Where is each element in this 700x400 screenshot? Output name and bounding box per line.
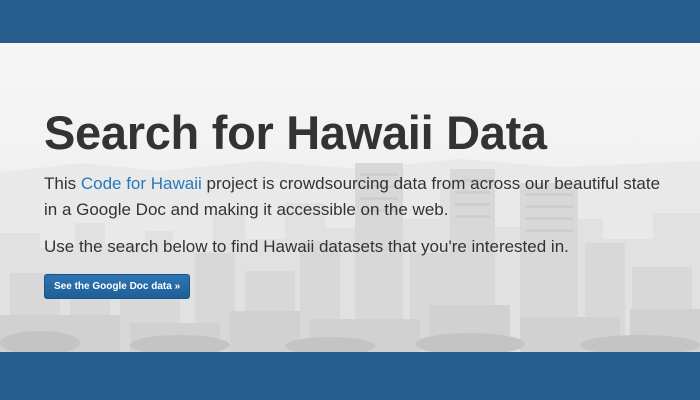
bottom-bar	[0, 352, 700, 400]
code-for-hawaii-link[interactable]: Code for Hawaii	[81, 174, 202, 193]
search-hint-paragraph: Use the search below to find Hawaii data…	[44, 237, 569, 256]
page-title: Search for Hawaii Data	[44, 106, 547, 159]
google-doc-data-button[interactable]: See the Google Doc data »	[44, 274, 191, 299]
hero-section: Search for Hawaii Data This Code for Haw…	[0, 43, 700, 352]
intro-text-before-link: This	[44, 174, 81, 193]
intro-paragraph: This Code for Hawaii project is crowdsou…	[44, 171, 664, 223]
top-bar	[0, 0, 700, 43]
